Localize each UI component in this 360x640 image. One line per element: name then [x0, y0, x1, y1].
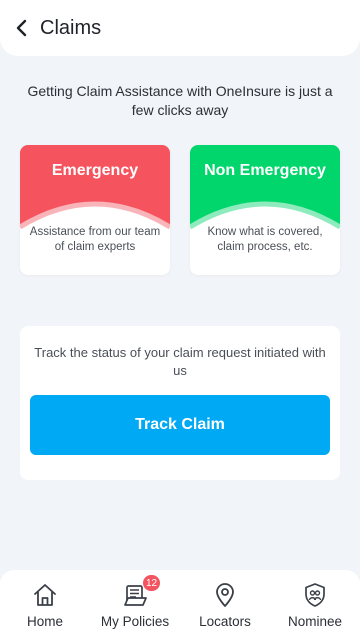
- non-emergency-card[interactable]: Non Emergency Know what is covered, clai…: [190, 145, 340, 275]
- nav-item-my-policies[interactable]: 12 My Policies: [90, 570, 180, 640]
- location-pin-icon: [216, 583, 234, 607]
- emergency-description: Assistance from our team of claim expert…: [29, 226, 161, 253]
- intro-text: Getting Claim Assistance with OneInsure …: [27, 83, 333, 118]
- emergency-card-header: Emergency: [20, 145, 170, 233]
- nav-label-nominee: Nominee: [287, 614, 343, 629]
- non-emergency-card-header: Non Emergency: [190, 145, 340, 233]
- nav-item-home[interactable]: Home: [0, 570, 90, 640]
- emergency-title: Emergency: [51, 162, 139, 179]
- nav-item-locators[interactable]: Locators: [180, 570, 270, 640]
- chevron-left-icon: [16, 19, 27, 37]
- emergency-card[interactable]: Emergency Assistance from our team of cl…: [20, 145, 170, 275]
- nav-item-nominee[interactable]: Nominee: [270, 570, 360, 640]
- app-header: Claims: [0, 0, 360, 56]
- bottom-navigation: Home 12 My Policies Locators Nominee: [0, 570, 360, 640]
- non-emergency-description: Know what is covered, claim process, etc…: [207, 226, 323, 253]
- track-claim-section: Track the status of your claim request i…: [20, 326, 340, 480]
- nominee-shield-icon: [305, 583, 325, 607]
- track-claim-text: Track the status of your claim request i…: [34, 345, 326, 378]
- home-icon: [34, 584, 56, 606]
- nav-label-my-policies: My Policies: [100, 614, 170, 629]
- non-emergency-title: Non Emergency: [204, 162, 326, 179]
- nav-label-home: Home: [26, 614, 63, 629]
- page-title: Claims: [40, 16, 102, 39]
- track-claim-button[interactable]: Track Claim: [30, 395, 330, 455]
- policies-count-badge: 12: [143, 575, 161, 591]
- nav-label-locators: Locators: [199, 614, 251, 629]
- back-button[interactable]: [2, 8, 42, 48]
